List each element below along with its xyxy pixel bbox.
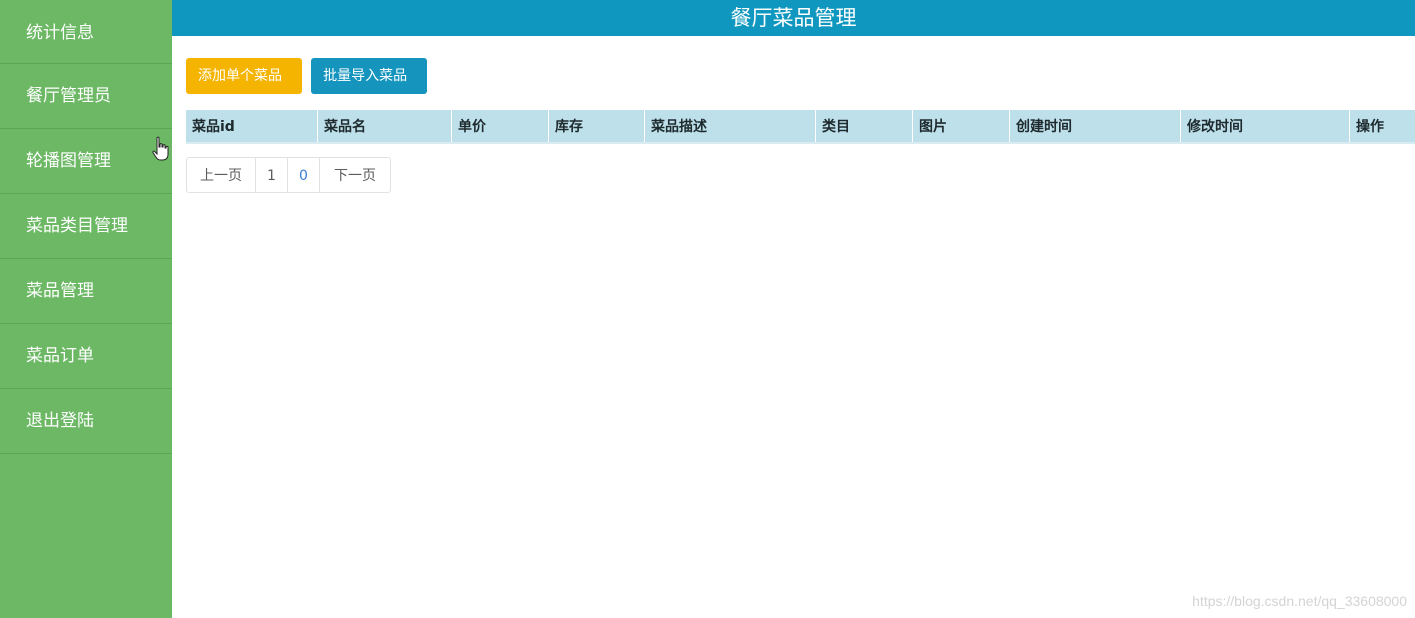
column-header: 菜品名 [318, 110, 452, 142]
page-header: 餐厅菜品管理 [172, 0, 1415, 36]
current-page[interactable]: 1 [256, 158, 288, 192]
sidebar-item-statistics[interactable]: 统计信息 [0, 0, 172, 64]
sidebar: 统计信息 餐厅管理员 轮播图管理 菜品类目管理 菜品管理 菜品订单 退出登陆 [0, 0, 172, 618]
sidebar-item-logout[interactable]: 退出登陆 [0, 389, 172, 454]
prev-page-button[interactable]: 上一页 [187, 158, 256, 192]
app: 统计信息 餐厅管理员 轮播图管理 菜品类目管理 菜品管理 菜品订单 退出登陆 餐… [0, 0, 1415, 618]
sidebar-item-label: 餐厅管理员 [26, 86, 111, 106]
sidebar-item-admins[interactable]: 餐厅管理员 [0, 64, 172, 129]
import-dishes-button[interactable]: 批量导入菜品 [311, 58, 428, 94]
next-page-button[interactable]: 下一页 [320, 158, 390, 192]
toolbar: 添加单个菜品 批量导入菜品 [186, 58, 431, 94]
table-header: 菜品id 菜品名 单价 库存 菜品描述 类目 图片 创建时间 修改时间 操作 [186, 110, 1415, 144]
column-header: 菜品id [186, 110, 318, 142]
column-header: 库存 [549, 110, 645, 142]
sidebar-item-orders[interactable]: 菜品订单 [0, 324, 172, 389]
page-title: 餐厅菜品管理 [730, 6, 857, 30]
sidebar-item-label: 菜品订单 [26, 346, 94, 366]
sidebar-item-label: 退出登陆 [26, 411, 94, 431]
sidebar-item-label: 轮播图管理 [26, 151, 111, 171]
pagination: 上一页 1 0 下一页 [186, 157, 391, 193]
sidebar-item-label: 菜品管理 [26, 281, 94, 301]
column-header: 菜品描述 [645, 110, 816, 142]
sidebar-item-categories[interactable]: 菜品类目管理 [0, 194, 172, 259]
hand-pointer-icon [152, 136, 169, 161]
column-header: 类目 [816, 110, 913, 142]
sidebar-item-label: 统计信息 [26, 23, 94, 43]
column-header: 创建时间 [1010, 110, 1181, 142]
column-header: 图片 [913, 110, 1010, 142]
total-pages[interactable]: 0 [288, 158, 320, 192]
sidebar-item-label: 菜品类目管理 [26, 216, 128, 236]
column-header: 修改时间 [1181, 110, 1350, 142]
column-header: 单价 [452, 110, 549, 142]
sidebar-item-dishes[interactable]: 菜品管理 [0, 259, 172, 324]
watermark: https://blog.csdn.net/qq_33608000 [1192, 593, 1407, 609]
column-header: 操作 [1356, 119, 1384, 135]
add-dish-button[interactable]: 添加单个菜品 [186, 58, 302, 94]
sidebar-item-carousel[interactable]: 轮播图管理 [0, 129, 172, 194]
